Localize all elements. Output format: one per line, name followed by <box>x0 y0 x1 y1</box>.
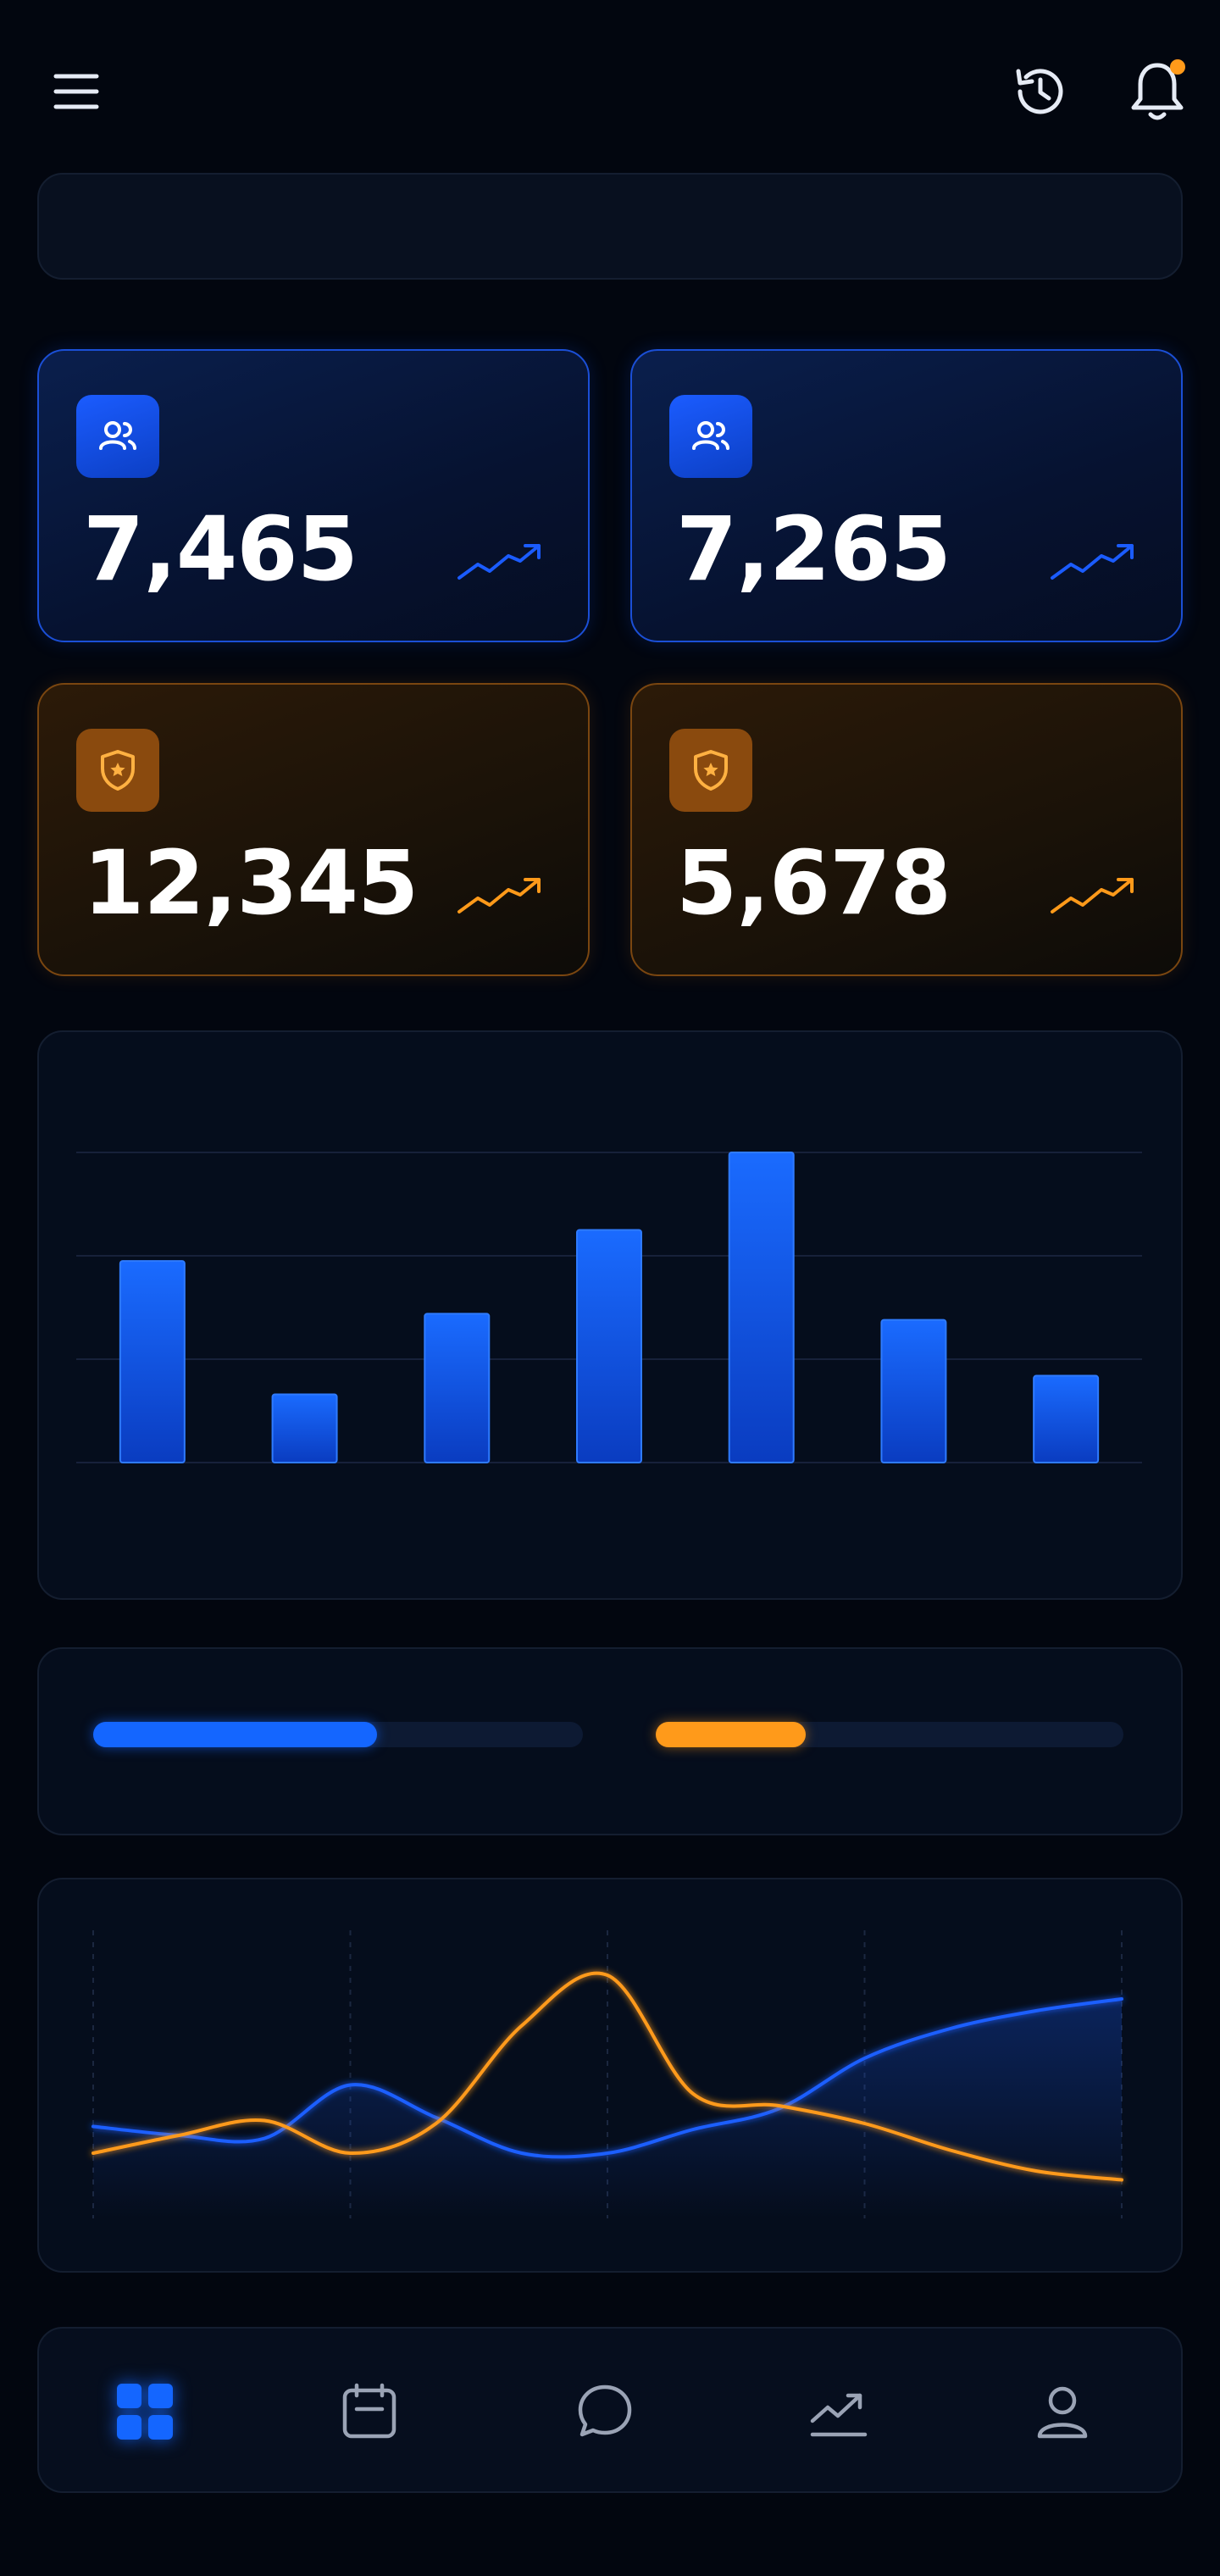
trend-up-icon <box>458 544 541 580</box>
trend-up-icon <box>1051 544 1134 580</box>
bar[interactable] <box>576 1229 642 1463</box>
progress-track <box>93 1722 583 1747</box>
progress-fill-blue <box>93 1722 378 1747</box>
bar-chart-panel <box>37 1030 1183 1600</box>
nav-analytics[interactable] <box>808 2381 869 2442</box>
progress-track <box>656 1722 1123 1747</box>
shield-icon-badge <box>669 729 752 812</box>
profile-icon <box>1037 2386 1088 2439</box>
bar[interactable] <box>1033 1374 1100 1463</box>
shield-star-icon <box>101 750 135 791</box>
bar[interactable] <box>271 1393 338 1464</box>
bar-chart <box>76 1152 1142 1464</box>
menu-icon <box>53 74 99 109</box>
nav-messages[interactable] <box>574 2381 635 2442</box>
menu-button[interactable] <box>42 61 110 122</box>
stat-card[interactable]: 7,265 <box>630 349 1183 642</box>
chat-icon <box>578 2384 632 2437</box>
notification-dot <box>1170 59 1185 75</box>
stat-card[interactable]: 7,465 <box>37 349 590 642</box>
stat-value: 12,345 <box>83 831 419 935</box>
users-icon <box>99 421 136 450</box>
progress-panel <box>37 1647 1183 1835</box>
history-button[interactable] <box>1006 58 1074 125</box>
users-icon-badge <box>669 395 752 478</box>
bell-icon <box>1131 59 1185 120</box>
shield-icon-badge <box>76 729 159 812</box>
bar[interactable] <box>880 1319 947 1464</box>
analytics-icon <box>810 2393 868 2437</box>
calendar-icon <box>342 2383 396 2439</box>
bar[interactable] <box>424 1313 491 1463</box>
stat-card[interactable]: 12,345 <box>37 683 590 976</box>
bar[interactable] <box>728 1152 795 1463</box>
line-chart <box>92 1930 1123 2218</box>
stat-value: 5,678 <box>676 831 951 935</box>
history-icon <box>1016 69 1063 114</box>
notifications-button[interactable] <box>1122 54 1193 127</box>
bar[interactable] <box>119 1260 186 1463</box>
progress-fill-orange <box>656 1722 806 1747</box>
nav-calendar[interactable] <box>339 2381 400 2442</box>
dashboard-icon <box>117 2384 173 2440</box>
stat-card[interactable]: 5,678 <box>630 683 1183 976</box>
users-icon-badge <box>76 395 159 478</box>
search-bar[interactable] <box>37 173 1183 280</box>
search-input[interactable] <box>73 200 1144 254</box>
nav-dashboard[interactable] <box>114 2381 175 2442</box>
nav-profile[interactable] <box>1032 2381 1093 2442</box>
shield-star-icon <box>694 750 728 791</box>
users-icon <box>692 421 729 450</box>
stat-value: 7,265 <box>676 497 951 601</box>
trend-up-icon <box>458 878 541 913</box>
stat-value: 7,465 <box>83 497 358 601</box>
line-chart-panel <box>37 1878 1183 2273</box>
trend-up-icon <box>1051 878 1134 913</box>
